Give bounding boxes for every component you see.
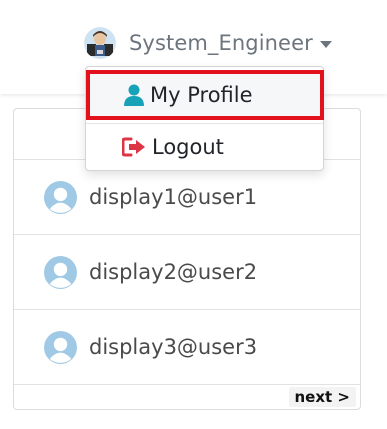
user-menu-toggle[interactable]: System_Engineer	[84, 26, 332, 60]
my-profile-label: My Profile	[150, 83, 253, 107]
list-item-label: display2@user2	[89, 260, 258, 284]
user-avatar-icon	[84, 27, 116, 59]
user-dropdown-menu: My Profile Logout	[85, 66, 324, 171]
my-profile-menu-item[interactable]: My Profile	[86, 70, 324, 120]
list-item[interactable]: display2@user2	[14, 235, 360, 310]
logout-menu-item[interactable]: Logout	[86, 127, 323, 167]
list-item[interactable]: display3@user3	[14, 310, 360, 385]
user-avatar-placeholder-icon	[44, 180, 77, 214]
card-footer: next >	[14, 386, 360, 409]
list-item-label: display1@user1	[89, 185, 258, 209]
next-page-button[interactable]: next >	[288, 387, 356, 407]
logout-label: Logout	[152, 135, 224, 159]
dropdown-divider	[86, 123, 323, 124]
user-avatar-placeholder-icon	[44, 255, 77, 289]
username-label: System_Engineer	[129, 31, 313, 55]
list-item[interactable]: display1@user1	[14, 160, 360, 235]
sign-out-icon	[122, 137, 146, 157]
user-avatar-placeholder-icon	[44, 330, 77, 364]
list-item-label: display3@user3	[89, 335, 258, 359]
user-icon	[124, 84, 144, 106]
caret-down-icon	[319, 40, 332, 48]
